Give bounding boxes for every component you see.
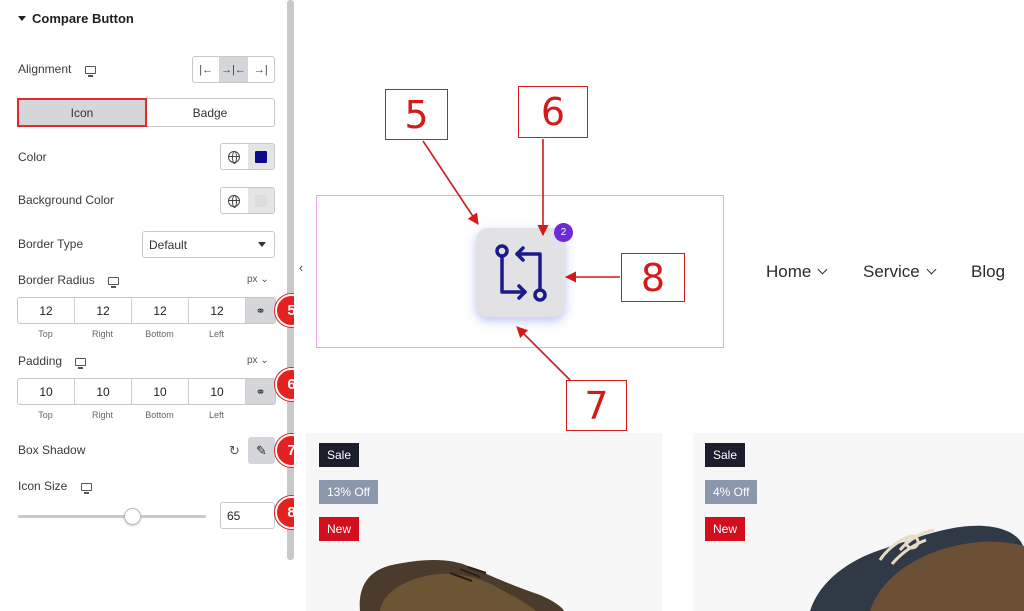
arrow-5: [422, 140, 479, 225]
new-tag: New: [319, 517, 360, 541]
nav-blog-label: Blog: [971, 262, 1006, 281]
chevron-down-icon: [817, 264, 828, 275]
chevron-down-icon: [926, 264, 937, 275]
nav-blog[interactable]: Blog: [971, 262, 1005, 282]
annotation-8: 8: [621, 253, 685, 302]
discount-tag: 13% Off: [319, 480, 379, 504]
shoe-image[interactable]: [800, 520, 1024, 611]
annotation-6: 6: [518, 86, 588, 138]
arrow-7: [516, 326, 571, 381]
sale-tag: Sale: [319, 443, 360, 467]
shoe-image[interactable]: [340, 555, 570, 611]
discount-tag: 4% Off: [705, 480, 758, 504]
annotation-5: 5: [385, 89, 448, 140]
nav-home[interactable]: Home: [766, 262, 828, 282]
annotation-7: 7: [566, 380, 627, 431]
nav-home-label: Home: [766, 262, 812, 281]
nav-service[interactable]: Service: [863, 262, 937, 282]
new-tag: New: [705, 517, 746, 541]
nav-service-label: Service: [863, 262, 920, 281]
sale-tag: Sale: [705, 443, 746, 467]
